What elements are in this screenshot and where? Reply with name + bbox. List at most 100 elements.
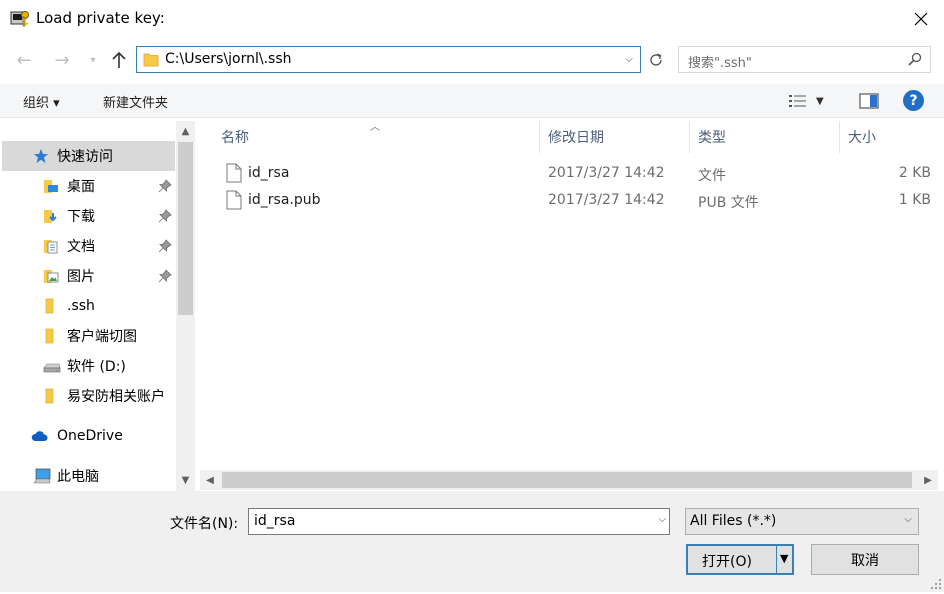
file-modified: 2017/3/27 14:42: [548, 165, 665, 181]
open-dropdown-icon[interactable]: ▼: [780, 552, 788, 565]
organize-button[interactable]: 组织 ▾: [23, 92, 60, 111]
cancel-button[interactable]: 取消: [811, 544, 919, 575]
file-name: id_rsa.pub: [248, 192, 321, 208]
nav-item-label: 文档: [67, 239, 95, 255]
pin-icon[interactable]: [158, 209, 172, 227]
nav-item-onedrive[interactable]: OneDrive: [31, 421, 123, 451]
nav-item-downloads[interactable]: 下载: [43, 201, 95, 231]
desktop-folder-icon: [43, 178, 59, 194]
nav-item-this-pc[interactable]: 此电脑: [33, 461, 99, 491]
open-button[interactable]: 打开(O) ▼: [686, 544, 794, 575]
nav-item-label: 桌面: [67, 179, 95, 195]
file-modified: 2017/3/27 14:42: [548, 192, 665, 208]
pin-icon[interactable]: [158, 239, 172, 257]
search-input[interactable]: 搜索".ssh": [678, 46, 931, 73]
file-icon: [226, 190, 242, 210]
filetype-select[interactable]: All Files (*.*) ⌵: [685, 508, 919, 535]
nav-item-pictures[interactable]: 图片: [43, 261, 95, 291]
split-divider: [776, 546, 777, 573]
column-header-name[interactable]: 名称: [200, 121, 540, 153]
file-icon: [226, 163, 242, 183]
nav-item-label: 软件 (D:): [67, 359, 126, 375]
scroll-up-icon[interactable]: ▲: [176, 121, 195, 141]
address-bar[interactable]: C:\Users\jornl\.ssh ⌵: [136, 46, 641, 73]
preview-pane-button[interactable]: [856, 88, 882, 114]
nav-item-label: 下载: [67, 209, 95, 225]
nav-scroll-thumb[interactable]: [178, 142, 193, 315]
nav-item-label: 易安防相关账户: [67, 389, 165, 405]
chevron-down-icon[interactable]: ⌵: [618, 47, 640, 72]
close-button[interactable]: [898, 0, 944, 38]
help-button[interactable]: ?: [903, 90, 924, 111]
column-label: 修改日期: [548, 130, 604, 146]
window-title: Load private key:: [36, 9, 165, 27]
file-type: 文件: [698, 168, 726, 184]
column-header-type[interactable]: 类型: [690, 121, 840, 153]
nav-item-label: 客户端切图: [67, 329, 137, 345]
address-path: C:\Users\jornl\.ssh: [165, 51, 292, 67]
scroll-left-icon[interactable]: ◀: [200, 470, 220, 490]
new-folder-button[interactable]: 新建文件夹: [103, 92, 168, 111]
folder-icon: [43, 388, 59, 404]
drive-icon: [43, 358, 61, 374]
putty-key-icon: [10, 9, 30, 29]
nav-item-yianfang-accounts[interactable]: 易安防相关账户: [43, 381, 165, 411]
search-placeholder: 搜索".ssh": [688, 56, 752, 71]
computer-icon: [33, 468, 51, 484]
refresh-button[interactable]: [643, 46, 669, 73]
bottom-panel: [0, 491, 944, 592]
pin-icon[interactable]: [158, 269, 172, 287]
resize-grip-icon[interactable]: [930, 578, 942, 590]
nav-item-drive-d[interactable]: 软件 (D:): [43, 351, 126, 381]
column-header-size[interactable]: 大小: [840, 121, 938, 153]
column-label: 大小: [848, 130, 876, 146]
arrow-up-icon: [112, 51, 126, 68]
open-label: 打开(O): [702, 554, 752, 570]
cloud-icon: [31, 428, 49, 444]
scroll-down-icon[interactable]: ▼: [176, 470, 195, 490]
recent-locations-button[interactable]: ▾: [84, 50, 102, 70]
pin-icon[interactable]: [158, 179, 172, 197]
column-label: 名称: [221, 130, 249, 146]
nav-item-label: 此电脑: [57, 469, 99, 485]
filename-label: 文件名(N):: [170, 516, 239, 532]
search-icon: [908, 52, 922, 70]
filename-value: id_rsa: [254, 513, 296, 529]
file-size: 2 KB: [898, 165, 931, 181]
file-type: PUB 文件: [698, 195, 759, 211]
file-list-scroll-thumb[interactable]: [222, 472, 912, 488]
nav-item-ssh[interactable]: .ssh: [43, 291, 95, 321]
chevron-down-icon: ▼: [816, 95, 824, 107]
nav-item-quick-access[interactable]: 快速访问: [33, 141, 113, 171]
folder-icon: [43, 298, 59, 314]
nav-item-desktop[interactable]: 桌面: [43, 171, 95, 201]
nav-item-label: .ssh: [67, 298, 95, 314]
folder-icon: [143, 52, 159, 71]
pictures-folder-icon: [43, 268, 59, 284]
back-button[interactable]: ←: [10, 48, 38, 72]
nav-item-documents[interactable]: 文档: [43, 231, 95, 261]
scroll-right-icon[interactable]: ▶: [918, 470, 938, 490]
nav-item-client-slices[interactable]: 客户端切图: [43, 321, 137, 351]
column-header-modified[interactable]: 修改日期: [540, 121, 690, 153]
file-row[interactable]: id_rsa.pub 2017/3/27 14:42 PUB 文件 1 KB: [200, 189, 938, 215]
chevron-down-icon: ⌵: [904, 514, 912, 525]
nav-item-label: 快速访问: [57, 149, 113, 165]
change-view-button[interactable]: ▼: [788, 88, 836, 114]
up-button[interactable]: [106, 47, 132, 73]
filetype-value: All Files (*.*): [690, 513, 777, 529]
documents-folder-icon: [43, 238, 59, 254]
filename-input[interactable]: id_rsa ⌵: [248, 508, 670, 535]
help-icon: ?: [909, 92, 918, 109]
file-row[interactable]: id_rsa 2017/3/27 14:42 文件 2 KB: [200, 162, 938, 188]
folder-icon: [43, 328, 59, 344]
nav-item-label: 图片: [67, 269, 95, 285]
refresh-icon: [650, 53, 662, 66]
preview-pane-icon: [859, 93, 879, 109]
column-label: 类型: [698, 130, 726, 146]
forward-button[interactable]: →: [48, 48, 76, 72]
details-view-icon: [789, 95, 806, 107]
chevron-down-icon[interactable]: ⌵: [658, 514, 666, 525]
nav-item-label: OneDrive: [57, 428, 123, 444]
close-icon: [914, 12, 928, 26]
